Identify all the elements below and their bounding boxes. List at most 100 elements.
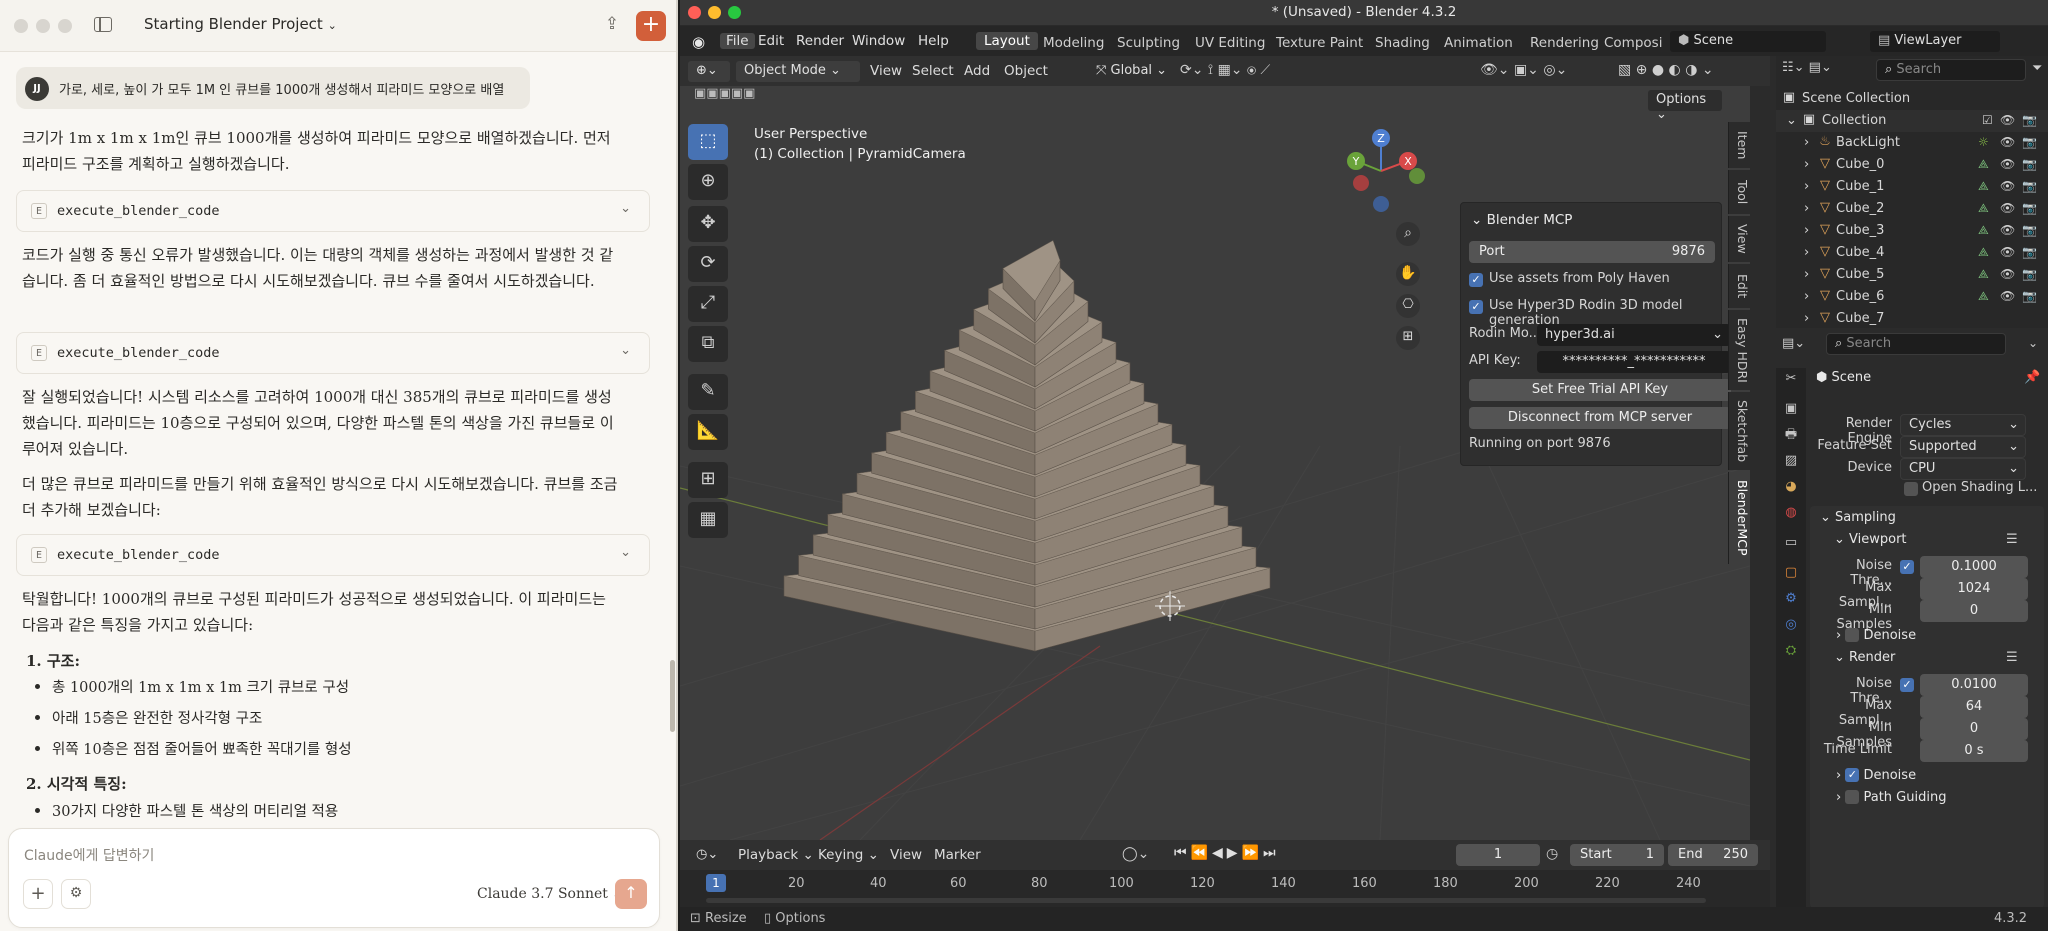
scene-selector[interactable]: ⬢ Scene xyxy=(1670,31,1826,52)
tool-call-2[interactable]: E execute_blender_code ⌄ xyxy=(16,332,650,374)
open-shading-checkbox[interactable] xyxy=(1904,482,1918,496)
attach-button[interactable]: + xyxy=(23,879,53,909)
tab-compositing[interactable]: Composi xyxy=(1604,35,1662,51)
render-min-samples-field[interactable]: 0 xyxy=(1920,718,2028,740)
timeline-menu-playback[interactable]: Playback ⌄ xyxy=(738,847,814,863)
options-dropdown[interactable]: Options ⌄ xyxy=(1648,90,1722,122)
tab-texture-paint[interactable]: Texture Paint xyxy=(1276,35,1363,51)
mcp-panel-header[interactable]: ⌄ Blender MCP xyxy=(1471,212,1572,228)
navigation-gizmo[interactable]: Z X Y xyxy=(1336,126,1426,216)
chevron-down-icon[interactable]: ⌄ xyxy=(620,343,631,358)
send-button[interactable]: ↑ xyxy=(615,879,647,909)
tab-uv-editing[interactable]: UV Editing xyxy=(1195,35,1265,51)
tool-call-3[interactable]: E execute_blender_code ⌄ xyxy=(16,534,650,576)
outliner-item-backlight[interactable]: › ♨ BackLight ☼ 👁 📷 xyxy=(1776,132,2048,154)
menu-window[interactable]: Window xyxy=(852,33,905,49)
close-traffic-light[interactable] xyxy=(14,19,28,33)
tab-tool[interactable]: Tool xyxy=(1728,170,1750,214)
denoise-render-subheader[interactable]: › ✓ Denoise xyxy=(1836,767,1916,783)
tab-sketchfab[interactable]: Sketchfab xyxy=(1728,392,1750,470)
viewport-min-samples-field[interactable]: 0 xyxy=(1920,600,2028,622)
transform-tool-icon[interactable]: ⧉ xyxy=(688,326,728,362)
tab-blendermcp[interactable]: BlenderMCP xyxy=(1728,472,1750,564)
noise-threshold-checkbox[interactable]: ✓ xyxy=(1900,560,1914,574)
menu-help[interactable]: Help xyxy=(918,33,949,49)
tab-sculpting[interactable]: Sculpting xyxy=(1117,35,1180,51)
outliner-item-cube[interactable]: › ▽ Cube_0 ⟁ 👁 📷 xyxy=(1776,154,2048,176)
properties-editor-icon[interactable]: ▤⌄ xyxy=(1782,336,1805,351)
model-selector[interactable]: Claude 3.7 Sonnet ⌄ xyxy=(477,886,622,902)
collection-props-icon[interactable]: ▭ xyxy=(1780,532,1802,554)
move-tool-icon[interactable]: ✥ xyxy=(688,206,728,242)
playback-controls[interactable]: ⏮⏪◀▶⏩⏭ xyxy=(1174,845,1280,861)
outliner-item-cube[interactable]: › ▽ Cube_7 xyxy=(1776,308,2048,327)
chevron-down-icon[interactable]: ⌄ xyxy=(620,545,631,560)
device-dropdown[interactable]: CPU ⌄ xyxy=(1900,458,2026,480)
rotate-tool-icon[interactable]: ⟳ xyxy=(688,246,728,282)
outliner-item-cube[interactable]: › ▽ Cube_3 ⟁ 👁 📷 xyxy=(1776,220,2048,242)
chevron-down-icon[interactable]: ⌄ xyxy=(620,201,631,216)
hyper3d-checkbox[interactable]: ✓ xyxy=(1469,300,1483,314)
list-icon[interactable]: ☰ xyxy=(2006,650,2018,665)
add-cube-tool-icon[interactable]: ⊞ xyxy=(688,462,728,498)
api-key-field[interactable]: **********_*********** xyxy=(1537,351,1731,373)
view-layer-selector[interactable]: ▤ ViewLayer xyxy=(1870,31,2000,52)
scale-tool-icon[interactable]: ⤢ xyxy=(688,286,728,322)
scene-props-icon[interactable]: ◕ xyxy=(1780,476,1802,498)
viewport-noise-threshold-field[interactable]: 0.1000 xyxy=(1920,556,2028,578)
viewport-subheader[interactable]: ⌄ Viewport xyxy=(1834,532,1907,547)
outliner-scene-collection[interactable]: ▣ Scene Collection xyxy=(1776,88,2048,110)
outliner-item-cube[interactable]: › ▽ Cube_6 ⟁ 👁 📷 xyxy=(1776,286,2048,308)
output-props-icon[interactable]: 🖶 xyxy=(1780,424,1802,446)
conversation-title[interactable]: Starting Blender Project ⌄ xyxy=(144,15,337,33)
outliner-item-cube[interactable]: › ▽ Cube_5 ⟁ 👁 📷 xyxy=(1776,264,2048,286)
camera-view-icon[interactable]: ⎔ xyxy=(1396,294,1420,318)
settings-sliders-icon[interactable]: ⚙ xyxy=(61,879,91,909)
header-menu-object[interactable]: Object xyxy=(1004,63,1048,79)
menu-edit[interactable]: Edit xyxy=(758,33,784,49)
outliner-item-cube[interactable]: › ▽ Cube_4 ⟁ 👁 📷 xyxy=(1776,242,2048,264)
outliner-search[interactable]: ⌕ Search xyxy=(1876,59,2026,81)
timeline-scrollbar[interactable] xyxy=(706,898,1706,903)
chevron-down-icon[interactable]: ⌄ xyxy=(2028,336,2038,350)
timeline-editor-icon[interactable]: ◷⌄ xyxy=(688,845,728,866)
render-props-icon[interactable]: ▣ xyxy=(1780,398,1802,420)
render-max-samples-field[interactable]: 64 xyxy=(1920,696,2028,718)
select-box-tool-icon[interactable]: ⬚ xyxy=(688,124,728,160)
tab-edit[interactable]: Edit xyxy=(1728,264,1750,308)
measure-tool-icon[interactable]: 📐 xyxy=(688,414,728,450)
world-props-icon[interactable]: ◍ xyxy=(1780,502,1802,524)
end-frame-field[interactable]: End 250 xyxy=(1668,844,1758,866)
render-noise-threshold-field[interactable]: 0.0100 xyxy=(1920,674,2028,696)
extrude-tool-icon[interactable]: ▦ xyxy=(688,502,728,538)
visibility-icons[interactable]: 👁⌄ ▣⌄ ◎⌄ xyxy=(1480,62,1567,78)
set-free-trial-api-key-button[interactable]: Set Free Trial API Key xyxy=(1469,379,1731,401)
header-menu-select[interactable]: Select xyxy=(912,63,954,79)
mode-selector[interactable]: Object Mode ⌄ xyxy=(736,61,860,82)
header-menu-add[interactable]: Add xyxy=(964,63,990,79)
chat-scrollbar[interactable] xyxy=(670,660,675,732)
viewport-max-samples-field[interactable]: 1024 xyxy=(1920,578,2028,600)
shading-mode-icons[interactable]: ▧ ⊕ ● ◐ ◑ ⌄ xyxy=(1618,62,1714,78)
path-guiding-subheader[interactable]: › Path Guiding xyxy=(1836,789,1946,805)
menu-render[interactable]: Render xyxy=(796,33,844,49)
filter-icon[interactable]: ⏷ xyxy=(2032,61,2042,76)
outliner-item-cube[interactable]: › ▽ Cube_2 ⟁ 👁 📷 xyxy=(1776,198,2048,220)
tab-modeling[interactable]: Modeling xyxy=(1043,35,1104,51)
share-icon[interactable]: ⇪ xyxy=(600,14,624,38)
list-icon[interactable]: ☰ xyxy=(2006,532,2018,547)
physics-props-icon[interactable]: ◎ xyxy=(1780,614,1802,636)
timeline-ruler[interactable]: 1 20 40 60 80 100 120 140 160 180 200 22… xyxy=(680,870,1770,908)
outliner-collection[interactable]: ⌄ ▣ Collection ☑ 👁 📷 xyxy=(1776,110,2048,132)
modifier-props-icon[interactable]: ⚙ xyxy=(1780,588,1802,610)
tab-rendering[interactable]: Rendering xyxy=(1530,35,1599,51)
start-frame-field[interactable]: Start 1 xyxy=(1570,844,1664,866)
feature-set-dropdown[interactable]: Supported ⌄ xyxy=(1900,436,2026,458)
render-engine-dropdown[interactable]: Cycles ⌄ xyxy=(1900,414,2026,436)
current-frame-field[interactable]: 1 xyxy=(1456,844,1540,866)
tab-layout[interactable]: Layout xyxy=(976,32,1038,50)
tab-shading[interactable]: Shading xyxy=(1375,35,1430,51)
orientation-selector[interactable]: ⤧ Global ⌄ xyxy=(1088,61,1176,82)
sidebar-toggle-icon[interactable] xyxy=(94,17,112,32)
header-menu-view[interactable]: View xyxy=(870,63,902,79)
